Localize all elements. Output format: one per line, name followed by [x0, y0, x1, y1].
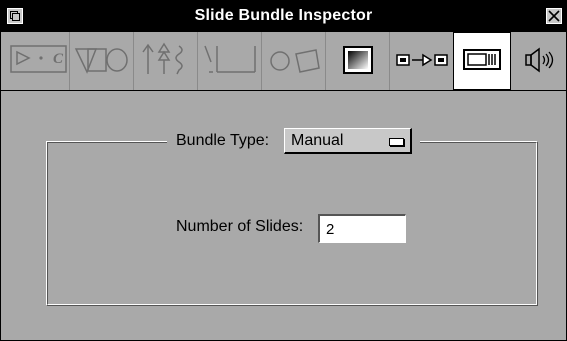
- tool-slide-bundle[interactable]: [453, 32, 511, 90]
- tool-lines[interactable]: [199, 32, 262, 90]
- gradient-fill-tool-icon: [343, 46, 373, 74]
- inspector-window: Slide Bundle Inspector C Bundle Type: Ma…: [0, 0, 567, 341]
- shapes-tool-icon: [74, 48, 128, 74]
- tool-speaker-sound[interactable]: [512, 32, 566, 90]
- popup-indicator-icon: [389, 138, 404, 146]
- close-icon[interactable]: [546, 8, 562, 24]
- lines-tool-icon: [204, 45, 256, 73]
- transition-tool-icon: [396, 53, 448, 67]
- window-title: Slide Bundle Inspector: [194, 7, 373, 24]
- tool-gradient-fill[interactable]: [327, 32, 390, 90]
- tool-arrows[interactable]: [135, 32, 198, 90]
- bundle-type-label: Bundle Type:: [176, 132, 270, 149]
- svg-text:C: C: [53, 51, 64, 67]
- slide-bundle-tool-icon: [463, 49, 501, 70]
- title-bar[interactable]: Slide Bundle Inspector: [1, 1, 566, 32]
- number-of-slides-label: Number of Slides:: [176, 218, 304, 235]
- circle-shapes-tool-icon: [270, 49, 320, 73]
- number-of-slides-field[interactable]: [318, 214, 406, 243]
- play-connector-tool-icon: C: [10, 45, 67, 73]
- tool-play-connector[interactable]: C: [7, 32, 70, 90]
- bundle-type-value: Manual: [291, 132, 344, 149]
- inspector-toolbar: C: [1, 32, 566, 91]
- tool-transition[interactable]: [391, 32, 454, 90]
- bundle-type-popup[interactable]: Manual: [284, 128, 412, 154]
- tool-shapes[interactable]: [71, 32, 134, 90]
- arrows-tool-icon: [142, 42, 183, 75]
- speaker-sound-tool-icon: [525, 47, 554, 73]
- tool-circle-shapes[interactable]: [263, 32, 326, 90]
